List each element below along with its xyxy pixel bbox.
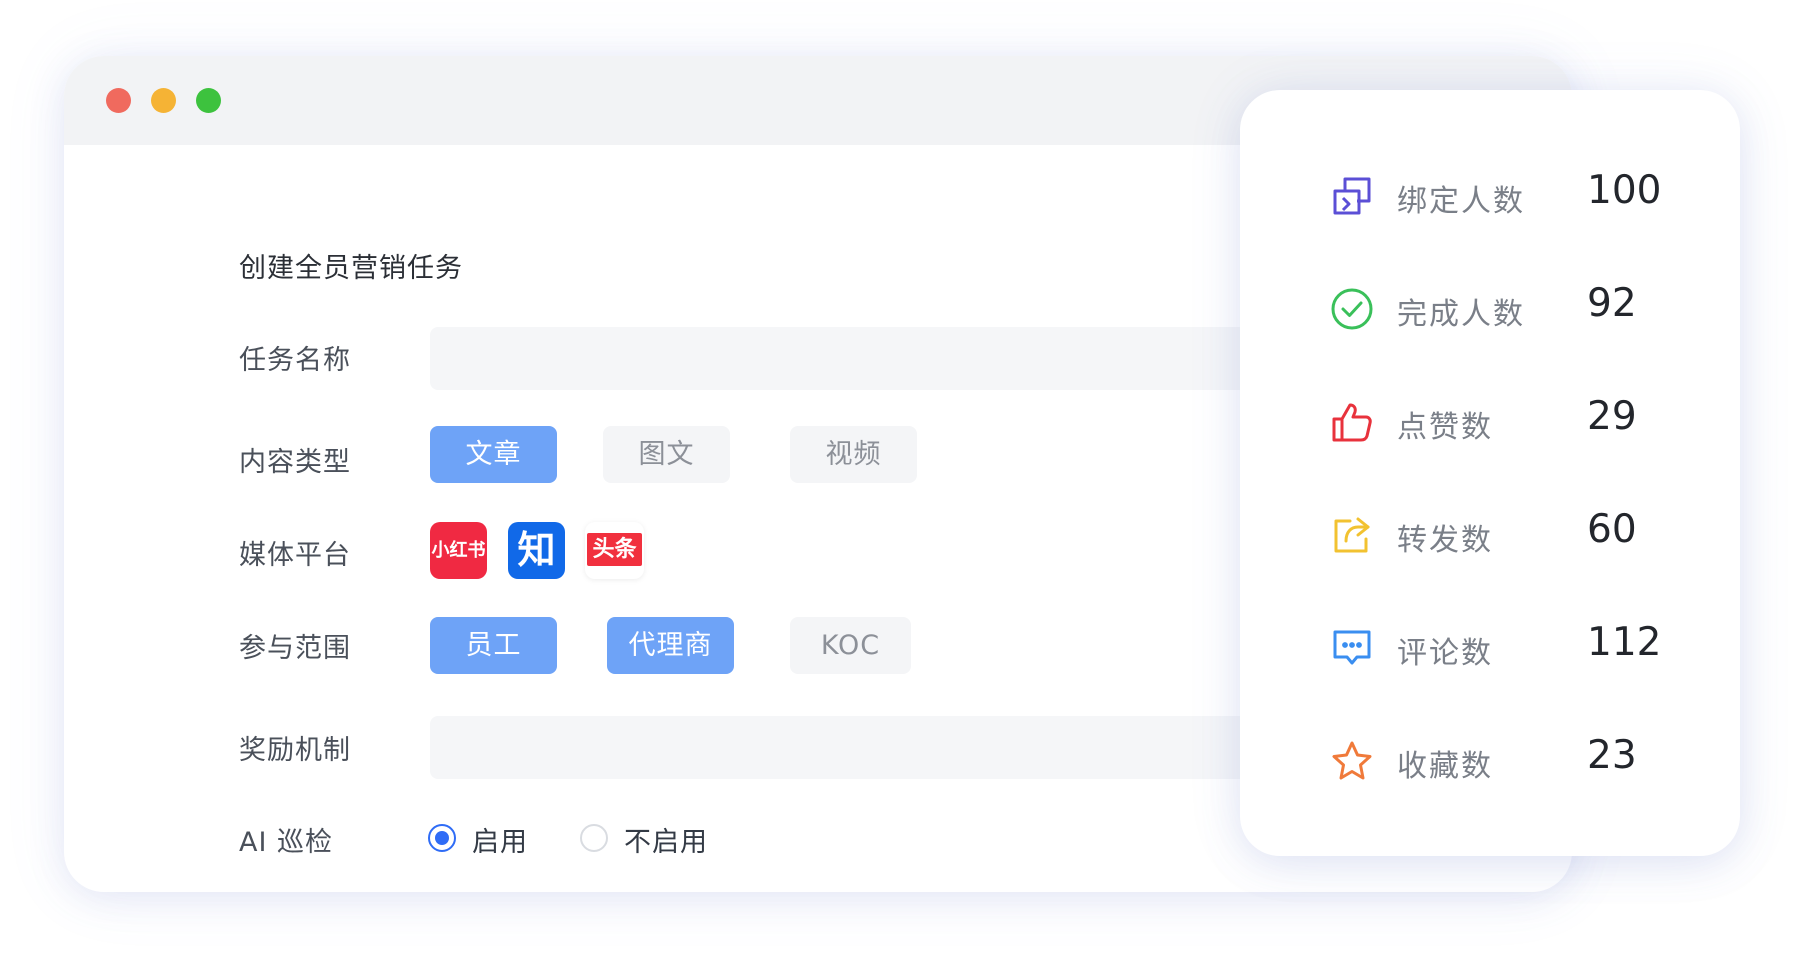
- content-type-label: 内容类型: [239, 447, 351, 478]
- stat-label: 转发数: [1397, 523, 1493, 558]
- zhihu-icon[interactable]: 知: [508, 522, 565, 579]
- stat-value: 112: [1587, 620, 1662, 665]
- stats-card: 绑定人数 100 完成人数 92 点赞数 29 转发数 60 评论数 112 收…: [1240, 90, 1740, 856]
- scope-employee[interactable]: 员工: [430, 617, 557, 674]
- content-type-video[interactable]: 视频: [790, 426, 917, 483]
- minimize-window-button[interactable]: [151, 88, 176, 113]
- stat-value: 100: [1587, 168, 1662, 213]
- close-window-button[interactable]: [106, 88, 131, 113]
- xiaohongshu-icon[interactable]: 小红书: [430, 522, 487, 579]
- stat-label: 评论数: [1397, 636, 1493, 671]
- ai-check-label: AI 巡检: [239, 827, 334, 858]
- scope-koc[interactable]: KOC: [790, 617, 911, 674]
- stat-label: 绑定人数: [1397, 184, 1525, 219]
- page-title: 创建全员营销任务: [239, 253, 463, 284]
- stat-value: 23: [1587, 733, 1637, 778]
- reward-input[interactable]: [430, 716, 1330, 779]
- share-icon: [1330, 513, 1374, 557]
- check-circle-icon: [1330, 287, 1374, 331]
- stat-value: 29: [1587, 394, 1637, 439]
- stat-label: 点赞数: [1397, 410, 1493, 445]
- stat-row-favorite: 收藏数 23: [1240, 727, 1740, 787]
- ai-check-disable-label[interactable]: 不启用: [624, 820, 708, 859]
- stat-label: 完成人数: [1397, 297, 1525, 332]
- star-icon: [1330, 739, 1374, 783]
- stat-row-bind: 绑定人数 100: [1240, 162, 1740, 222]
- comment-icon: [1330, 626, 1374, 670]
- stat-row-like: 点赞数 29: [1240, 388, 1740, 448]
- bind-icon: [1330, 174, 1374, 218]
- task-name-label: 任务名称: [239, 345, 351, 376]
- maximize-window-button[interactable]: [196, 88, 221, 113]
- ai-check-disable-radio[interactable]: [580, 824, 608, 852]
- thumbs-up-icon: [1330, 400, 1374, 444]
- ai-check-enable-radio[interactable]: [428, 824, 456, 852]
- reward-label: 奖励机制: [239, 735, 351, 766]
- stat-row-complete: 完成人数 92: [1240, 275, 1740, 335]
- media-platform-label: 媒体平台: [239, 540, 351, 571]
- stat-value: 60: [1587, 507, 1637, 552]
- toutiao-logo-text: 头条: [587, 533, 642, 566]
- ai-check-enable-label[interactable]: 启用: [472, 820, 528, 859]
- content-type-image-text[interactable]: 图文: [603, 426, 730, 483]
- stat-value: 92: [1587, 281, 1637, 326]
- stat-label: 收藏数: [1397, 749, 1493, 784]
- stat-row-share: 转发数 60: [1240, 501, 1740, 561]
- toutiao-icon[interactable]: 头条: [585, 522, 644, 579]
- task-name-input[interactable]: [430, 327, 1330, 390]
- scope-label: 参与范围: [239, 633, 351, 664]
- scope-agent[interactable]: 代理商: [607, 617, 734, 674]
- stat-row-comment: 评论数 112: [1240, 614, 1740, 674]
- content-type-article[interactable]: 文章: [430, 426, 557, 483]
